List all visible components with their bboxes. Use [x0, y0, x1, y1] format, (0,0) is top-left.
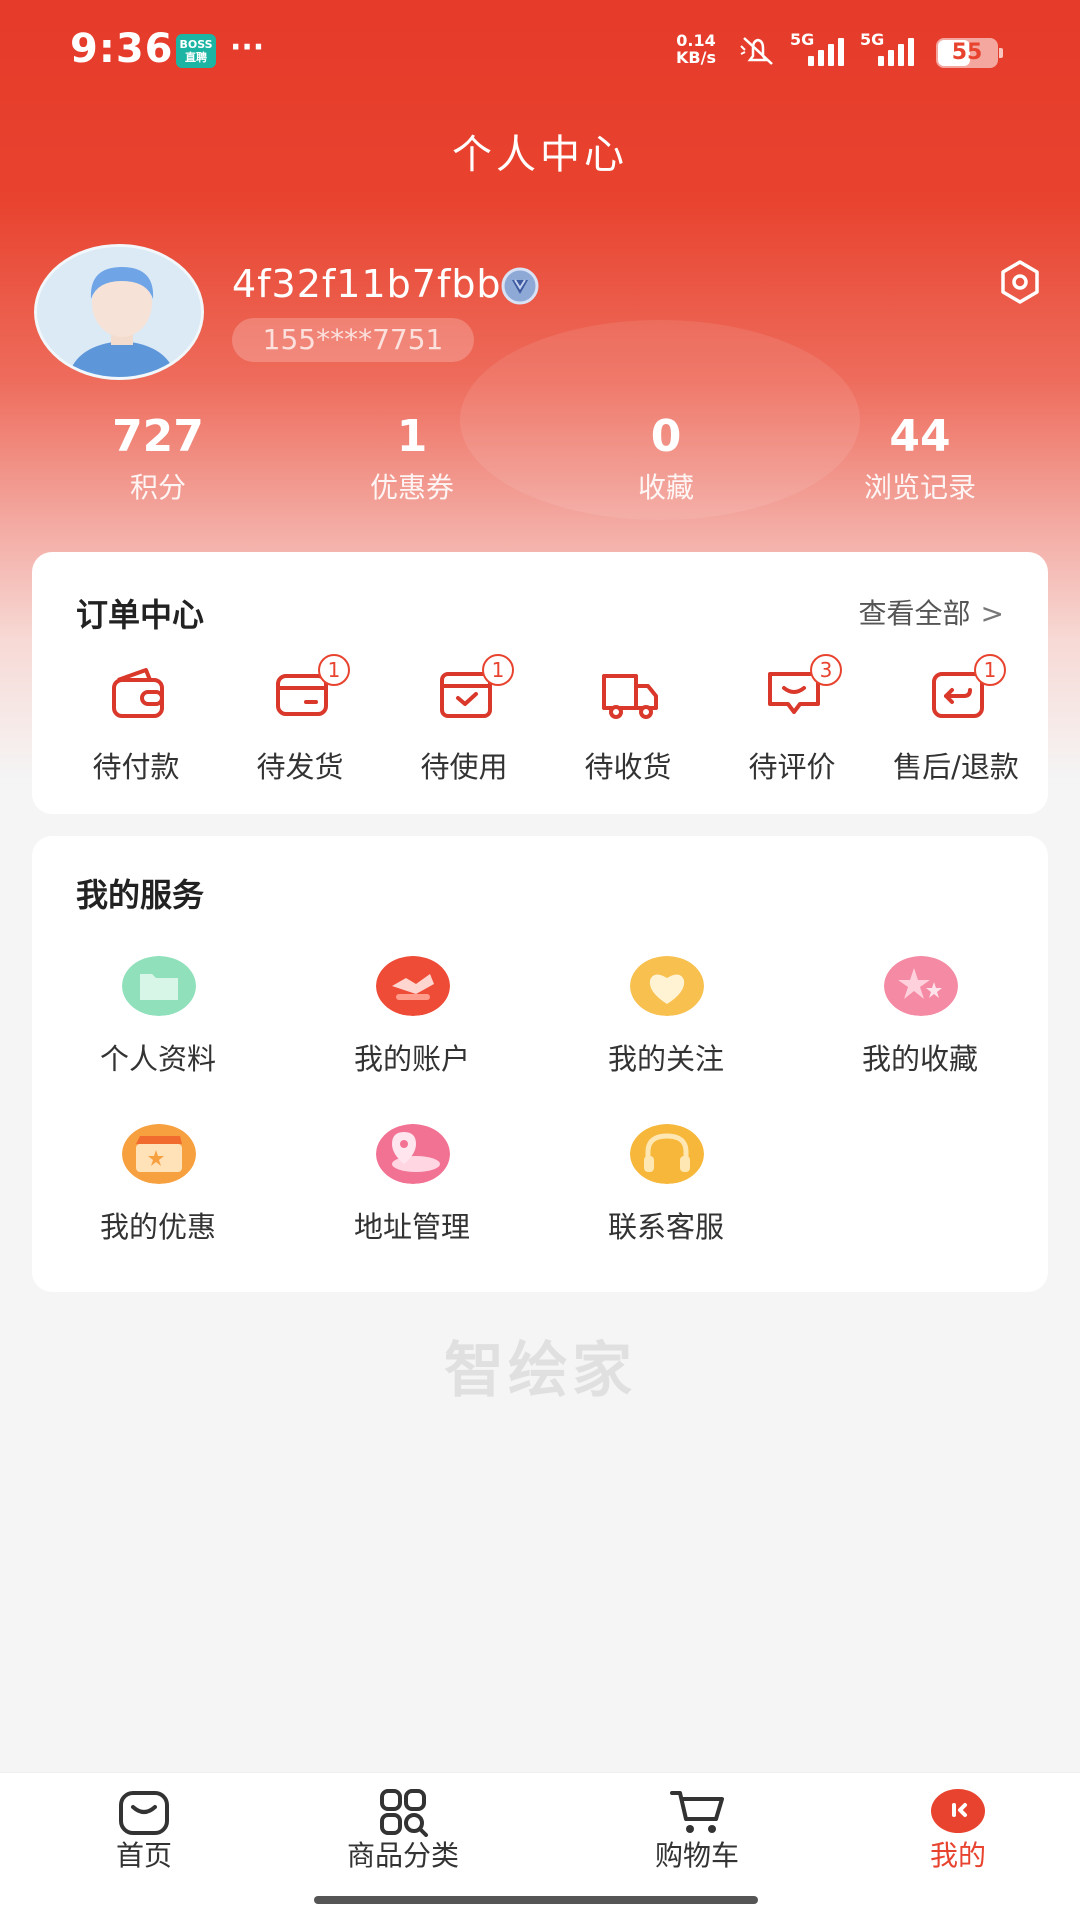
boss-app-icon-bottom-text: 直聘	[185, 51, 207, 64]
order-count-badge: 1	[318, 654, 350, 686]
boss-app-icon: BOSS 直聘	[176, 34, 216, 68]
order-label: 售后/退款	[893, 750, 1019, 784]
stat-value: 44	[889, 411, 951, 462]
category-grid-icon	[380, 1789, 428, 1837]
star-icon	[884, 956, 958, 1016]
order-after-sales[interactable]: 1 售后/退款	[876, 654, 1036, 792]
order-count-badge: 1	[482, 654, 514, 686]
signal-2-label: 5G	[860, 30, 885, 49]
cart-icon	[670, 1791, 724, 1833]
stat-history[interactable]: 44 浏览记录	[820, 410, 1020, 508]
signal-1-label: 5G	[790, 30, 815, 49]
stat-points[interactable]: 727 积分	[58, 410, 258, 508]
battery-level: 55	[951, 40, 983, 65]
net-speed-value: 0.14	[676, 31, 716, 50]
service-profile[interactable]: 个人资料	[58, 956, 258, 1086]
signal-2-icon: 5G	[860, 30, 920, 70]
order-label: 待付款	[92, 750, 180, 784]
order-label: 待收货	[584, 750, 672, 784]
stat-favorites[interactable]: 0 收藏	[566, 410, 766, 508]
service-favorites[interactable]: 我的收藏	[820, 956, 1020, 1086]
headset-icon	[630, 1124, 704, 1184]
location-icon	[376, 1124, 450, 1184]
truck-icon	[602, 674, 658, 719]
home-indicator[interactable]	[314, 1896, 758, 1904]
battery-icon: 55	[936, 38, 1003, 68]
more-notifications-icon: ···	[230, 30, 265, 65]
order-pending-shipment[interactable]: 1 待发货	[220, 654, 380, 792]
chevron-right-icon: >	[980, 597, 1004, 630]
folder-icon	[122, 956, 196, 1016]
home-bag-icon	[119, 1791, 169, 1835]
wallet-icon	[112, 668, 164, 718]
account-icon	[376, 956, 450, 1016]
status-time: 9:36	[70, 26, 174, 72]
order-label: 待评价	[748, 750, 836, 784]
order-center-card: 订单中心 查看全部 > 待付款 1 待发货 1 待使用 待收货 3 待评价 1 …	[32, 552, 1048, 814]
tab-label: 我的	[929, 1839, 986, 1872]
tab-categories[interactable]: 商品分类	[328, 1787, 478, 1873]
order-center-title: 订单中心	[76, 596, 205, 634]
order-count-badge: 1	[974, 654, 1006, 686]
service-customer-support[interactable]: 联系客服	[566, 1124, 766, 1254]
avatar-person-icon	[37, 247, 201, 377]
tab-home[interactable]: 首页	[84, 1787, 204, 1873]
stat-label: 浏览记录	[863, 471, 976, 504]
stat-label: 收藏	[637, 471, 694, 504]
verified-badge-icon	[501, 267, 539, 305]
order-pending-payment[interactable]: 待付款	[56, 662, 216, 792]
service-label: 我的优惠	[99, 1210, 216, 1244]
order-label: 待发货	[256, 750, 344, 784]
phone-number: 155****7751	[232, 318, 474, 362]
order-label: 待使用	[420, 750, 508, 784]
my-services-card: 我的服务 个人资料 我的账户 我的关注 我的收藏 我的优惠 地址管理 联系客服	[32, 836, 1048, 1292]
tab-label: 购物车	[654, 1839, 739, 1872]
heart-icon	[630, 956, 704, 1016]
profile-face-icon	[931, 1789, 985, 1833]
service-label: 我的关注	[607, 1042, 724, 1076]
order-pending-receipt[interactable]: 待收货	[548, 662, 708, 792]
tab-label: 商品分类	[346, 1839, 459, 1872]
net-speed: 0.14 KB/s	[676, 32, 716, 66]
service-following[interactable]: 我的关注	[566, 956, 766, 1086]
order-to-use[interactable]: 1 待使用	[384, 654, 544, 792]
page-title: 个人中心	[452, 132, 628, 178]
service-account[interactable]: 我的账户	[312, 956, 512, 1086]
stats-row: 727 积分 1 优惠券 0 收藏 44 浏览记录	[0, 410, 1080, 520]
service-address[interactable]: 地址管理	[312, 1124, 512, 1254]
mute-bell-icon	[740, 37, 773, 65]
status-bar: 9:36 BOSS 直聘 ··· 0.14 KB/s 5G 5G 55	[0, 0, 1080, 100]
boss-app-icon-top-text: BOSS	[179, 38, 213, 51]
watermark: 智绘家	[444, 1336, 636, 1406]
stat-label: 积分	[129, 471, 186, 504]
net-speed-unit: KB/s	[676, 48, 716, 67]
tab-label: 首页	[115, 1839, 172, 1872]
username[interactable]: 4f32f11b7fbb	[232, 262, 502, 306]
tab-me[interactable]: 我的	[898, 1787, 1018, 1873]
stat-label: 优惠券	[369, 471, 454, 504]
service-label: 我的收藏	[861, 1042, 978, 1076]
stat-value: 1	[396, 411, 428, 462]
coupon-icon	[122, 1124, 196, 1184]
service-coupons[interactable]: 我的优惠	[58, 1124, 258, 1254]
avatar[interactable]	[34, 244, 204, 380]
tab-cart[interactable]: 购物车	[632, 1787, 762, 1873]
stat-value: 727	[112, 411, 204, 462]
signal-1-icon: 5G	[790, 30, 850, 70]
view-all-orders-link[interactable]: 查看全部 >	[859, 592, 1004, 632]
service-label: 个人资料	[99, 1042, 216, 1076]
view-all-label: 查看全部	[858, 597, 971, 630]
service-label: 我的账户	[353, 1042, 470, 1076]
settings-gear-icon[interactable]	[996, 258, 1044, 306]
stat-value: 0	[650, 411, 682, 462]
service-label: 联系客服	[607, 1210, 724, 1244]
my-services-title: 我的服务	[76, 876, 205, 914]
order-count-badge: 3	[810, 654, 842, 686]
service-label: 地址管理	[353, 1210, 470, 1244]
order-pending-review[interactable]: 3 待评价	[712, 654, 872, 792]
stat-coupons[interactable]: 1 优惠券	[312, 410, 512, 508]
